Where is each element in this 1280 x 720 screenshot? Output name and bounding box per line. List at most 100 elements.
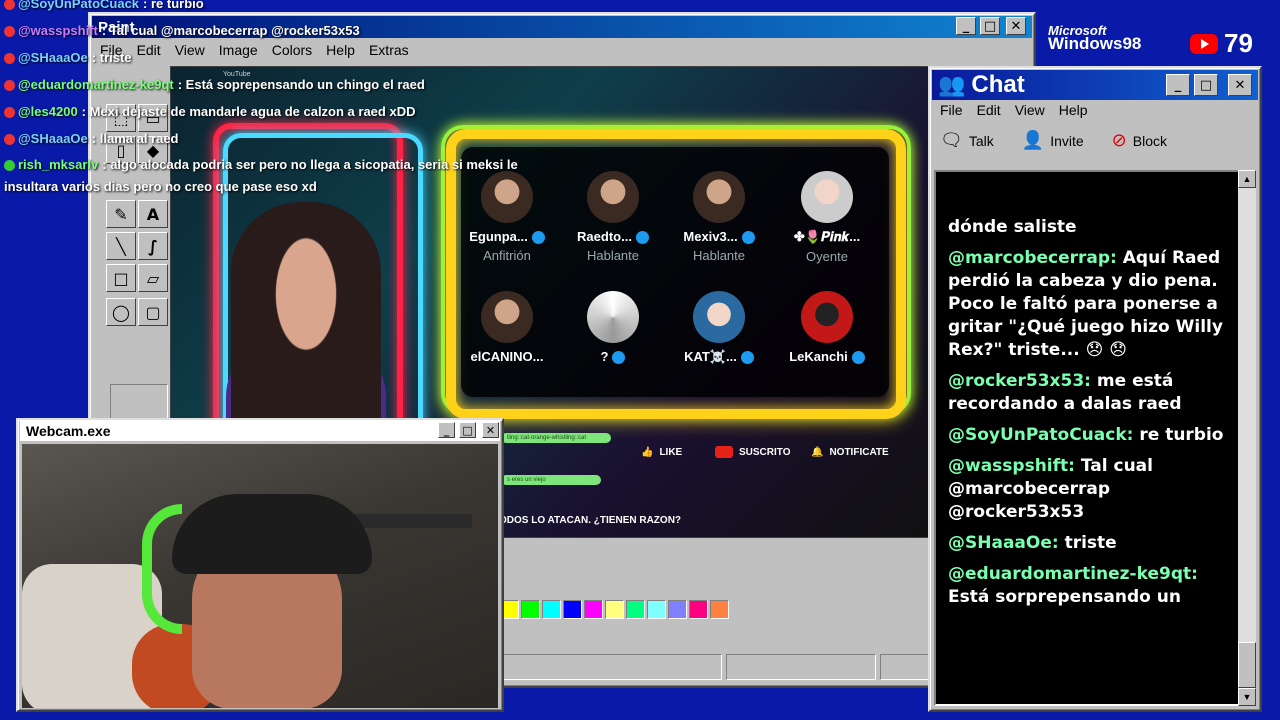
scroll-thumb[interactable] xyxy=(1238,642,1256,688)
chat-users-icon: 👥 xyxy=(938,72,966,97)
webcam-window[interactable]: Webcam.exe _ □ ✕ xyxy=(16,418,504,712)
palette-swatch[interactable] xyxy=(710,600,729,619)
block-label: Block xyxy=(1132,132,1167,149)
chat-scrollbar[interactable]: ▲ ▼ xyxy=(1238,170,1256,706)
participant-8[interactable]: LeKanchi xyxy=(775,291,879,365)
participant-name: KAT☠️... xyxy=(684,349,737,364)
brush-tool-icon[interactable]: ✎ xyxy=(106,200,136,228)
palette-swatch[interactable] xyxy=(626,600,645,619)
talk-icon: 🗨 xyxy=(940,130,963,150)
ellipse-tool-icon[interactable]: ◯ xyxy=(106,298,136,326)
scroll-up-arrow-icon[interactable]: ▲ xyxy=(1238,170,1256,188)
notify-label: NOTIFICATE xyxy=(829,446,889,458)
rounded-rect-tool-icon[interactable]: ▢ xyxy=(138,298,168,326)
menu-colors[interactable]: Colors xyxy=(272,42,312,58)
avatar xyxy=(693,291,745,343)
headphones xyxy=(142,504,182,634)
palette-swatch[interactable] xyxy=(563,600,582,619)
webcam-maximize-button[interactable]: □ xyxy=(459,422,476,438)
palette-swatch[interactable] xyxy=(689,600,708,619)
participant-2[interactable]: Raedto... Hablante xyxy=(561,171,665,263)
menu-view[interactable]: View xyxy=(175,42,205,58)
avatar xyxy=(587,171,639,223)
menu-help[interactable]: Help xyxy=(326,42,355,58)
palette-swatch[interactable] xyxy=(647,600,666,619)
talk-button[interactable]: 🗨 Talk xyxy=(940,130,994,151)
participant-6[interactable]: ? xyxy=(561,291,665,365)
chat-maximize-button[interactable]: □ xyxy=(1194,74,1218,96)
chat-minimize-button[interactable]: _ xyxy=(1166,74,1190,96)
menu-file[interactable]: File xyxy=(940,102,963,118)
participant-5[interactable]: elCANINO... xyxy=(455,291,559,364)
webcam-close-button[interactable]: ✕ xyxy=(482,422,499,438)
paint-maximize-button[interactable]: □ xyxy=(980,17,1000,35)
chat-message: @marcobecerrap: Aquí Raed perdió la cabe… xyxy=(948,247,1230,362)
logo-line-2: Windows98 xyxy=(1048,34,1142,53)
polygon-tool-icon[interactable]: ▱ xyxy=(138,264,168,292)
participant-3[interactable]: Mexiv3... Hablante xyxy=(667,171,771,263)
verified-icon xyxy=(851,351,865,365)
invite-button[interactable]: 👤 Invite xyxy=(1022,130,1084,151)
palette-swatch[interactable] xyxy=(584,600,603,619)
participant-role: Hablante xyxy=(692,248,746,264)
scroll-down-arrow-icon[interactable]: ▼ xyxy=(1238,688,1256,706)
menu-edit[interactable]: Edit xyxy=(977,102,1001,118)
chat-message: dónde saliste xyxy=(948,216,1230,239)
overlay-message: @les4200: Mexi dejaste de mandarle agua … xyxy=(4,104,415,119)
palette-swatch[interactable] xyxy=(668,600,687,619)
chat-close-button[interactable]: ✕ xyxy=(1228,74,1252,96)
avatar xyxy=(481,291,533,343)
notify-button[interactable]: 🔔 NOTIFICATE xyxy=(811,443,889,461)
paint-close-button[interactable]: ✕ xyxy=(1006,17,1026,35)
chat-window[interactable]: 👥 Chat _ □ ✕ File Edit View Help 🗨 Talk 👤… xyxy=(928,66,1262,712)
chat-bubble: s eres un viejo xyxy=(501,475,601,485)
menu-view[interactable]: View xyxy=(1015,102,1045,118)
thumbs-up-icon: 👍 xyxy=(641,446,654,458)
palette-swatch[interactable] xyxy=(605,600,624,619)
chat-text: Está sorprepensando un xyxy=(948,587,1181,607)
palette-swatch[interactable] xyxy=(521,600,540,619)
menu-extras[interactable]: Extras xyxy=(369,42,409,58)
participant-1[interactable]: Egunpa... Anfitrión xyxy=(455,171,559,263)
talk-label: Talk xyxy=(968,132,994,149)
like-button[interactable]: 👍 LIKE xyxy=(641,443,682,461)
chat-bubble: lling::cat-orange-whistling::cat xyxy=(501,433,611,443)
rectangle-tool-icon[interactable]: □ xyxy=(106,264,136,292)
chat-message: @eduardomartinez-ke9qt: Está sorprepensa… xyxy=(948,563,1230,609)
chat-message: @SoyUnPatoCuack: re turbio xyxy=(948,424,1230,447)
webcam-minimize-button[interactable]: _ xyxy=(438,422,455,438)
participant-name: Mexiv3... xyxy=(683,229,738,244)
chat-title: Chat xyxy=(971,71,1025,98)
verified-icon xyxy=(635,231,649,245)
menu-help[interactable]: Help xyxy=(1059,102,1088,118)
menu-edit[interactable]: Edit xyxy=(137,42,161,58)
block-button[interactable]: ⊘ Block xyxy=(1112,130,1167,151)
participant-role: Hablante xyxy=(586,248,640,264)
participant-7[interactable]: KAT☠️... xyxy=(667,291,771,365)
status-cell xyxy=(726,654,876,680)
curve-tool-icon[interactable]: ∫ xyxy=(138,232,168,260)
participant-4[interactable]: ✤🌷𝑷𝒊𝒏𝒌... Oyente xyxy=(775,171,879,264)
avatar xyxy=(801,291,853,343)
overlay-text: algo alocada podria ser pero no llega a … xyxy=(110,157,518,172)
participant-role: Anfitrión xyxy=(483,248,531,264)
avatar xyxy=(481,171,533,223)
subscribed-button[interactable]: SUSCRITO xyxy=(715,443,791,461)
participant-name: Egunpa... xyxy=(469,229,528,244)
chat-message-list[interactable]: dónde saliste @marcobecerrap: Aquí Raed … xyxy=(934,170,1242,706)
paint-minimize-button[interactable]: _ xyxy=(956,17,976,35)
participant-name: LeKanchi xyxy=(789,349,848,364)
chat-message: @SHaaaOe: triste xyxy=(948,532,1230,555)
line-tool-icon[interactable]: ╲ xyxy=(106,232,136,260)
text-tool-icon[interactable]: A xyxy=(138,200,168,228)
menu-image[interactable]: Image xyxy=(219,42,258,58)
palette-swatch[interactable] xyxy=(542,600,561,619)
status-cell xyxy=(502,654,722,680)
overlay-text: insultara varios dias pero no creo que p… xyxy=(4,179,317,194)
overlay-text: llama al raed xyxy=(99,131,179,146)
cap xyxy=(172,494,372,574)
chat-user: @wasspshift: xyxy=(948,456,1075,476)
participant-name: ✤🌷𝑷𝒊𝒏𝒌... xyxy=(793,229,861,244)
webcam-titlebar[interactable]: Webcam.exe xyxy=(20,421,500,441)
verified-icon xyxy=(531,231,545,245)
